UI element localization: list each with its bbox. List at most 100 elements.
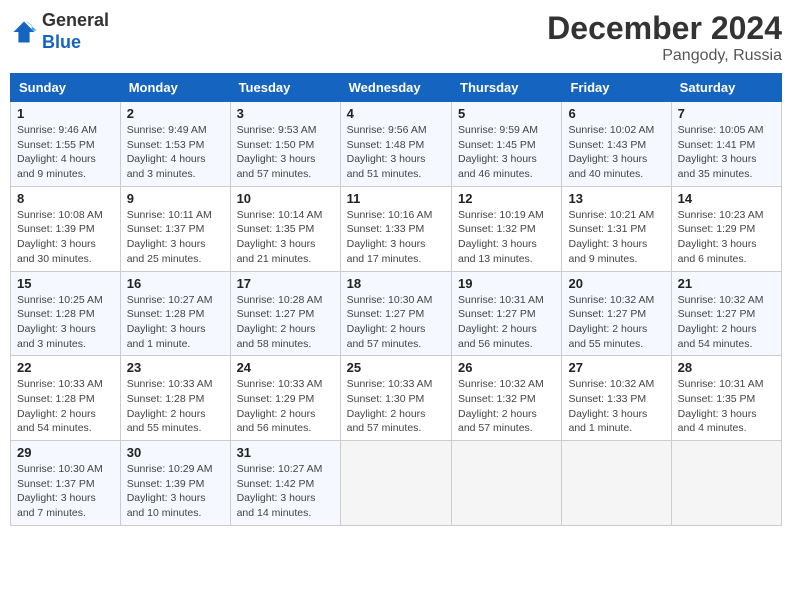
title-area: December 2024 Pangody, Russia xyxy=(547,10,782,65)
table-row: 20 Sunrise: 10:32 AM Sunset: 1:27 PM Dayl… xyxy=(562,271,671,356)
cell-day-number: 9 xyxy=(127,191,224,206)
day-header-saturday: Saturday xyxy=(671,74,781,102)
cell-info: Sunrise: 10:14 AM Sunset: 1:35 PM Daylig… xyxy=(237,208,334,267)
table-row: 2 Sunrise: 9:49 AM Sunset: 1:53 PM Daylig… xyxy=(120,102,230,187)
cell-info: Sunrise: 10:02 AM Sunset: 1:43 PM Daylig… xyxy=(568,123,664,182)
cell-info: Sunrise: 10:33 AM Sunset: 1:30 PM Daylig… xyxy=(347,377,445,436)
cell-day-number: 21 xyxy=(678,276,775,291)
cell-info: Sunrise: 10:16 AM Sunset: 1:33 PM Daylig… xyxy=(347,208,445,267)
logo-general: General xyxy=(42,10,109,30)
table-row: 24Sunrise: 10:33 AM Sunset: 1:29 PM Dayl… xyxy=(230,356,340,441)
cell-day-number: 4 xyxy=(347,106,445,121)
day-header-monday: Monday xyxy=(120,74,230,102)
cell-info: Sunrise: 10:33 AM Sunset: 1:28 PM Daylig… xyxy=(127,377,224,436)
header: General Blue December 2024 Pangody, Russ… xyxy=(10,10,782,65)
cell-info: Sunrise: 10:31 AM Sunset: 1:27 PM Daylig… xyxy=(458,293,555,352)
cell-day-number: 20 xyxy=(568,276,664,291)
cell-day-number: 1 xyxy=(17,106,114,121)
cell-info: Sunrise: 10:28 AM Sunset: 1:27 PM Daylig… xyxy=(237,293,334,352)
table-row: 6 Sunrise: 10:02 AM Sunset: 1:43 PM Dayli… xyxy=(562,102,671,187)
location: Pangody, Russia xyxy=(547,47,782,65)
calendar: SundayMondayTuesdayWednesdayThursdayFrid… xyxy=(10,73,782,526)
table-row: 29 Sunrise: 10:30 AM Sunset: 1:37 PM Dayl… xyxy=(11,441,121,526)
table-row: 14Sunrise: 10:23 AM Sunset: 1:29 PM Dayl… xyxy=(671,186,781,271)
logo: General Blue xyxy=(10,10,109,53)
logo-icon xyxy=(10,18,38,46)
cell-day-number: 5 xyxy=(458,106,555,121)
cell-info: Sunrise: 10:27 AM Sunset: 1:42 PM Daylig… xyxy=(237,462,334,521)
cell-info: Sunrise: 9:59 AM Sunset: 1:45 PM Dayligh… xyxy=(458,123,555,182)
table-row: 18 Sunrise: 10:30 AM Sunset: 1:27 PM Dayl… xyxy=(340,271,451,356)
table-row: 17 Sunrise: 10:28 AM Sunset: 1:27 PM Dayl… xyxy=(230,271,340,356)
cell-info: Sunrise: 10:32 AM Sunset: 1:32 PM Daylig… xyxy=(458,377,555,436)
cell-info: Sunrise: 10:19 AM Sunset: 1:32 PM Daylig… xyxy=(458,208,555,267)
cell-day-number: 30 xyxy=(127,445,224,460)
table-row: 22Sunrise: 10:33 AM Sunset: 1:28 PM Dayl… xyxy=(11,356,121,441)
cell-info: Sunrise: 9:56 AM Sunset: 1:48 PM Dayligh… xyxy=(347,123,445,182)
table-row: 26 Sunrise: 10:32 AM Sunset: 1:32 PM Dayl… xyxy=(452,356,562,441)
cell-day-number: 6 xyxy=(568,106,664,121)
table-row: 11 Sunrise: 10:16 AM Sunset: 1:33 PM Dayl… xyxy=(340,186,451,271)
cell-info: Sunrise: 10:27 AM Sunset: 1:28 PM Daylig… xyxy=(127,293,224,352)
table-row: 10Sunrise: 10:14 AM Sunset: 1:35 PM Dayl… xyxy=(230,186,340,271)
cell-day-number: 3 xyxy=(237,106,334,121)
table-row: 9 Sunrise: 10:11 AM Sunset: 1:37 PM Dayli… xyxy=(120,186,230,271)
cell-day-number: 27 xyxy=(568,360,664,375)
table-row: 21 Sunrise: 10:32 AM Sunset: 1:27 PM Dayl… xyxy=(671,271,781,356)
cell-info: Sunrise: 10:32 AM Sunset: 1:27 PM Daylig… xyxy=(568,293,664,352)
cell-info: Sunrise: 10:29 AM Sunset: 1:39 PM Daylig… xyxy=(127,462,224,521)
logo-blue: Blue xyxy=(42,32,81,52)
table-row: 19 Sunrise: 10:31 AM Sunset: 1:27 PM Dayl… xyxy=(452,271,562,356)
table-row: 23 Sunrise: 10:33 AM Sunset: 1:28 PM Dayl… xyxy=(120,356,230,441)
cell-day-number: 25 xyxy=(347,360,445,375)
table-row: 27 Sunrise: 10:32 AM Sunset: 1:33 PM Dayl… xyxy=(562,356,671,441)
table-row: 4 Sunrise: 9:56 AM Sunset: 1:48 PM Daylig… xyxy=(340,102,451,187)
cell-day-number: 12 xyxy=(458,191,555,206)
cell-info: Sunrise: 10:32 AM Sunset: 1:33 PM Daylig… xyxy=(568,377,664,436)
table-row xyxy=(452,441,562,526)
cell-info: Sunrise: 10:11 AM Sunset: 1:37 PM Daylig… xyxy=(127,208,224,267)
cell-day-number: 23 xyxy=(127,360,224,375)
table-row: 13 Sunrise: 10:21 AM Sunset: 1:31 PM Dayl… xyxy=(562,186,671,271)
cell-day-number: 22 xyxy=(17,360,114,375)
table-row xyxy=(340,441,451,526)
cell-info: Sunrise: 10:21 AM Sunset: 1:31 PM Daylig… xyxy=(568,208,664,267)
cell-info: Sunrise: 9:53 AM Sunset: 1:50 PM Dayligh… xyxy=(237,123,334,182)
cell-day-number: 29 xyxy=(17,445,114,460)
cell-day-number: 26 xyxy=(458,360,555,375)
table-row: 30 Sunrise: 10:29 AM Sunset: 1:39 PM Dayl… xyxy=(120,441,230,526)
table-row: 7 Sunrise: 10:05 AM Sunset: 1:41 PM Dayli… xyxy=(671,102,781,187)
cell-day-number: 18 xyxy=(347,276,445,291)
cell-info: Sunrise: 10:08 AM Sunset: 1:39 PM Daylig… xyxy=(17,208,114,267)
table-row: 31Sunrise: 10:27 AM Sunset: 1:42 PM Dayl… xyxy=(230,441,340,526)
table-row: 16 Sunrise: 10:27 AM Sunset: 1:28 PM Dayl… xyxy=(120,271,230,356)
table-row: 15Sunrise: 10:25 AM Sunset: 1:28 PM Dayl… xyxy=(11,271,121,356)
cell-day-number: 7 xyxy=(678,106,775,121)
table-row: 5 Sunrise: 9:59 AM Sunset: 1:45 PM Daylig… xyxy=(452,102,562,187)
cell-day-number: 28 xyxy=(678,360,775,375)
day-header-friday: Friday xyxy=(562,74,671,102)
cell-info: Sunrise: 9:46 AM Sunset: 1:55 PM Dayligh… xyxy=(17,123,114,182)
table-row xyxy=(562,441,671,526)
table-row: 25 Sunrise: 10:33 AM Sunset: 1:30 PM Dayl… xyxy=(340,356,451,441)
table-row: 1 Sunrise: 9:46 AM Sunset: 1:55 PM Daylig… xyxy=(11,102,121,187)
cell-day-number: 14 xyxy=(678,191,775,206)
cell-info: Sunrise: 10:05 AM Sunset: 1:41 PM Daylig… xyxy=(678,123,775,182)
cell-info: Sunrise: 10:30 AM Sunset: 1:37 PM Daylig… xyxy=(17,462,114,521)
cell-day-number: 16 xyxy=(127,276,224,291)
month-title: December 2024 xyxy=(547,10,782,47)
table-row: 28Sunrise: 10:31 AM Sunset: 1:35 PM Dayl… xyxy=(671,356,781,441)
cell-day-number: 13 xyxy=(568,191,664,206)
logo-text: General Blue xyxy=(42,10,109,53)
cell-info: Sunrise: 10:30 AM Sunset: 1:27 PM Daylig… xyxy=(347,293,445,352)
cell-day-number: 17 xyxy=(237,276,334,291)
cell-info: Sunrise: 10:33 AM Sunset: 1:29 PM Daylig… xyxy=(237,377,334,436)
day-header-sunday: Sunday xyxy=(11,74,121,102)
cell-day-number: 2 xyxy=(127,106,224,121)
cell-day-number: 19 xyxy=(458,276,555,291)
cell-info: Sunrise: 10:32 AM Sunset: 1:27 PM Daylig… xyxy=(678,293,775,352)
cell-info: Sunrise: 9:49 AM Sunset: 1:53 PM Dayligh… xyxy=(127,123,224,182)
cell-day-number: 11 xyxy=(347,191,445,206)
table-row: 3 Sunrise: 9:53 AM Sunset: 1:50 PM Daylig… xyxy=(230,102,340,187)
cell-day-number: 8 xyxy=(17,191,114,206)
